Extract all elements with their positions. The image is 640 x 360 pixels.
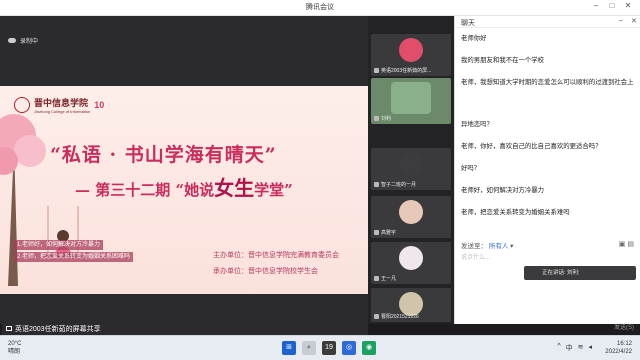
windows-start-icon[interactable]: ⊞ (282, 341, 296, 355)
participant-tile[interactable]: 高雅宇 (371, 196, 451, 238)
minimize-icon[interactable]: – (590, 1, 602, 10)
chevron-down-icon: ▾ (510, 243, 514, 250)
sub-title-prefix: — 第三十二期 “她说 (75, 181, 215, 199)
mic-icon (374, 314, 379, 319)
send-to-selector[interactable]: 发送至： 所有人 ▾ (461, 240, 513, 250)
participant-name: 王一凡 (381, 276, 397, 282)
weather-widget[interactable]: 20°C 晴朗 (8, 340, 21, 356)
search-icon[interactable]: ⌕ (302, 341, 316, 355)
weather-desc: 晴朗 (8, 349, 21, 355)
chat-message: 老师，你好，喜欢自己的比自己喜欢的更适合吗？ (461, 143, 602, 150)
chat-message: 好吗？ (461, 165, 481, 172)
chat-message: 老师你好 (461, 35, 487, 42)
mic-icon (374, 116, 379, 121)
participant-tile[interactable]: 王一凡 (371, 242, 451, 284)
slide-caption-1: 1.老师好，如何解决对方冷暴力 (14, 240, 104, 250)
send-button[interactable]: 发送(S) (614, 322, 634, 331)
system-tray: ^ 中 ≋ ◂ (557, 343, 592, 353)
chat-input[interactable]: 说点什么... (461, 252, 490, 261)
speaking-indicator: 正在讲话: 刘利; (524, 266, 636, 280)
weather-temp: 20°C (8, 341, 22, 347)
taskbar: 20°C 晴朗 ⊞ ⌕ 19 ◎ ◉ ^ 中 ≋ ◂ 16:12 2022/4/… (0, 335, 640, 360)
chat-title: 聊天 (461, 20, 475, 27)
window-titlebar: 腾讯会议 – □ ✕ (0, 0, 640, 16)
participant-tile[interactable]: 刘利 (371, 78, 451, 124)
participant-name: 英语2003任新茹的屏... (381, 68, 432, 74)
close-icon[interactable]: ✕ (631, 17, 637, 25)
avatar (399, 246, 423, 270)
tencent-meeting-icon[interactable]: ◎ (342, 341, 356, 355)
chat-header: 聊天 – ✕ (455, 16, 640, 28)
avatar (399, 38, 423, 62)
screen-share-label: 英语2003任新茹的屏幕共享 (2, 324, 368, 335)
slide-caption-2: 2.老师，把恋爱关系转变为婚姻关系困难吗 (14, 252, 134, 262)
school-name: 晋中信息学院 (34, 99, 89, 109)
host-org: 主办单位：晋中信息学院完满教育委员会 (213, 252, 339, 259)
language-indicator[interactable]: 中 (566, 343, 573, 353)
participant-tile[interactable]: 智子二班的一月 (371, 148, 451, 190)
sub-title-suffix: 学堂” (254, 181, 293, 199)
chat-message: 老师好，如何解决对方冷暴力 (461, 187, 545, 194)
taskbar-icons: ⊞ ⌕ 19 ◎ ◉ (282, 341, 376, 355)
slide-sub-title: — 第三十二期 “她说女生学堂” (75, 172, 293, 201)
recording-indicator[interactable]: 录制中 (8, 36, 38, 45)
organizer-org: 承办单位：晋中信息学院校学生会 (213, 268, 318, 275)
anniversary-badge: 10 (94, 100, 105, 110)
minimize-icon[interactable]: – (619, 17, 623, 24)
recording-label: 录制中 (20, 39, 39, 45)
close-icon[interactable]: ✕ (622, 1, 634, 10)
chat-message: 我的男朋友和我不在一个学校 (461, 57, 545, 64)
chat-tools: ▣ ▤ (619, 240, 634, 248)
participant-name: 曹阳2021521226 (381, 314, 419, 320)
participant-list: 英语2003任新茹的屏... 刘利 智子二班的一月 高雅宇 王一凡 曹阳2021… (368, 16, 454, 324)
mic-icon (374, 230, 379, 235)
participant-name: 高雅宇 (381, 230, 397, 236)
screen-share-area: 录制中 晋中信息学院 Jinzhong College of Informati… (0, 16, 368, 324)
chat-message: 异地恋吗？ (461, 121, 493, 128)
chat-message: 老师，我想知道大学时期的恋爱怎么可以顺利的过渡到社会上 (461, 79, 634, 86)
send-to-label: 发送至： (461, 243, 487, 250)
participant-name: 刘利 (381, 116, 392, 122)
mic-icon (374, 276, 379, 281)
participant-tile[interactable]: 英语2003任新茹的屏... (371, 34, 451, 76)
volume-icon[interactable]: ◂ (588, 343, 592, 353)
send-to-value[interactable]: 所有人 (489, 243, 509, 250)
speaking-label: 正在讲话: 刘利; (542, 270, 580, 276)
clock-time: 16:12 (616, 341, 632, 347)
screen-share-text: 英语2003任新茹的屏幕共享 (15, 326, 101, 333)
sub-title-highlight: 女生 (214, 176, 255, 200)
chevron-up-icon[interactable]: ^ (557, 343, 560, 353)
wifi-icon[interactable]: ≋ (578, 343, 584, 353)
participant-name: 智子二班的一月 (381, 182, 417, 188)
participant-tile[interactable]: 曹阳2021521226 (371, 288, 451, 322)
chat-message: 老师，把恋爱关系转变为婚姻关系难吗 (461, 209, 570, 216)
clock-date: 2022/4/22 (605, 349, 632, 355)
slide-main-title: “私语 · 书山学海有晴天” (50, 144, 277, 166)
video-feed (391, 82, 431, 114)
school-logo: 晋中信息学院 Jinzhong College of Information 1… (14, 96, 104, 114)
avatar (399, 200, 423, 224)
window-title: 腾讯会议 (306, 4, 334, 11)
mic-icon (374, 182, 379, 187)
avatar (399, 152, 423, 176)
image-icon[interactable]: ▣ (619, 241, 626, 248)
screen-share-icon (6, 326, 12, 331)
cloud-icon (8, 38, 16, 43)
mic-icon (374, 68, 379, 73)
school-name-en: Jinzhong College of Information (34, 109, 91, 114)
shared-slide: 晋中信息学院 Jinzhong College of Information 1… (0, 86, 368, 294)
maximize-icon[interactable]: □ (606, 1, 618, 10)
school-seal-icon (14, 97, 30, 113)
browser-icon[interactable]: ◉ (362, 341, 376, 355)
app-19-icon[interactable]: 19 (322, 341, 336, 355)
clock[interactable]: 16:12 2022/4/22 (605, 340, 632, 356)
file-icon[interactable]: ▤ (627, 241, 634, 248)
